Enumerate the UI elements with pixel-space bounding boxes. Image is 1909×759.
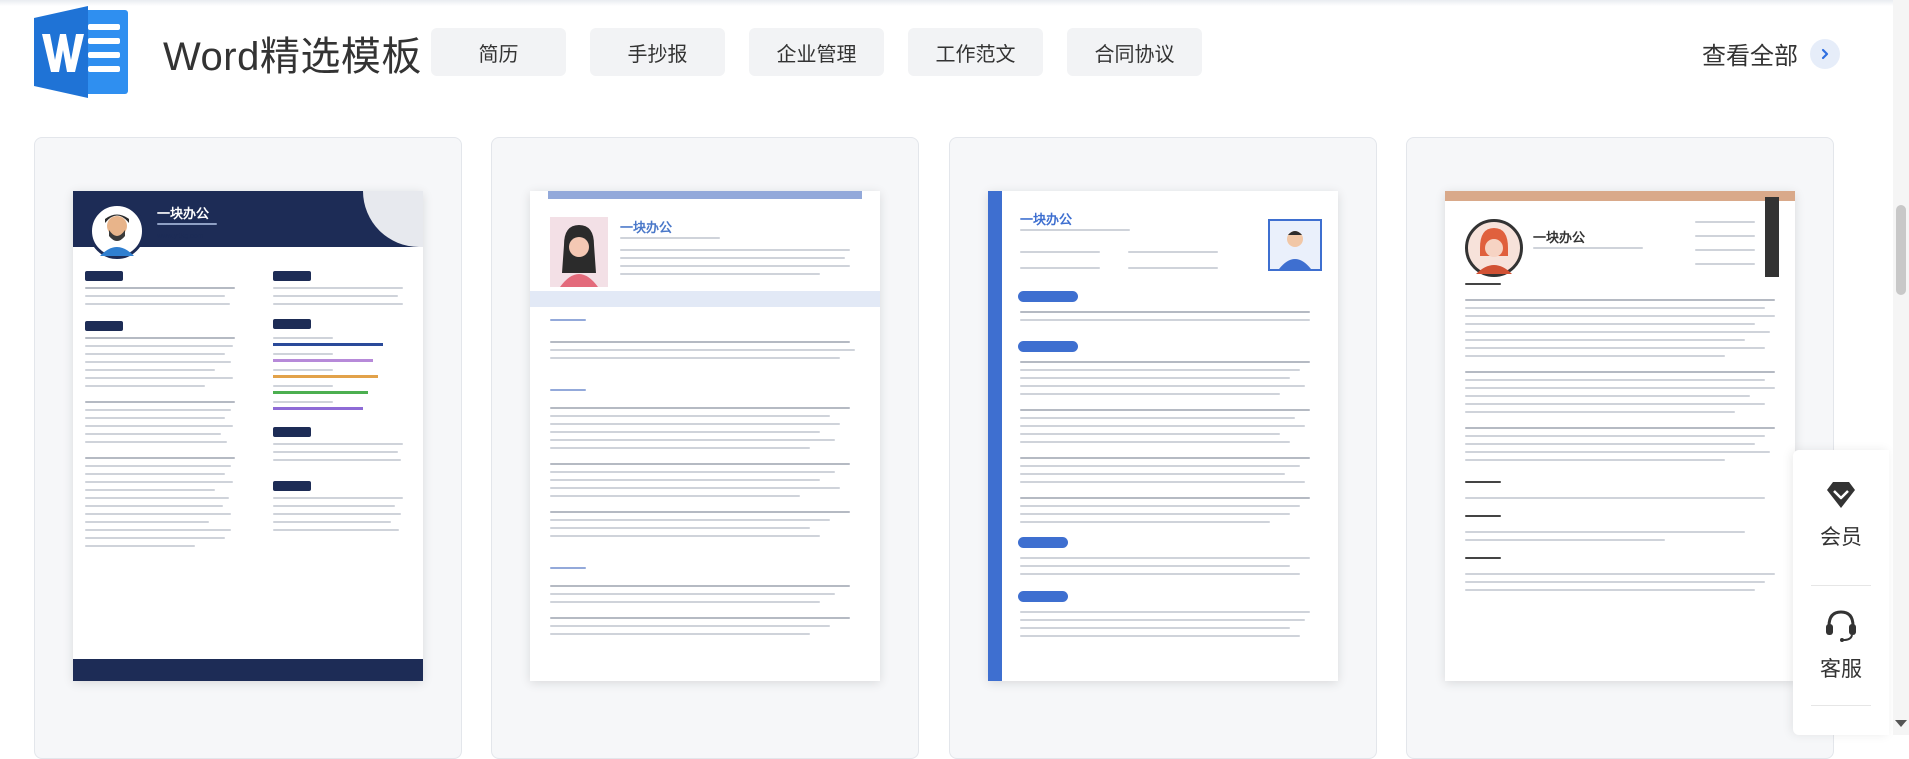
- section-heading: [273, 481, 311, 491]
- section-heading: [273, 271, 311, 281]
- resume-preview: 一块办公: [1445, 191, 1795, 681]
- divider: [1811, 585, 1871, 586]
- view-all-link[interactable]: 查看全部: [1702, 36, 1840, 71]
- chevron-right-icon: [1810, 38, 1840, 69]
- top-shadow: [0, 0, 1909, 6]
- member-button[interactable]: 会员: [1793, 480, 1889, 551]
- member-label: 会员: [1820, 526, 1862, 549]
- resume-name: 一块办公: [1020, 212, 1073, 227]
- skill-bar: [273, 375, 378, 378]
- scroll-down-arrow[interactable]: [1895, 720, 1907, 727]
- word-logo-icon: [34, 6, 128, 98]
- section-heading: [1018, 537, 1068, 548]
- tab-resume[interactable]: 简历: [431, 28, 566, 76]
- template-card-1[interactable]: 一块办公 www.yitkg.com: [34, 137, 462, 759]
- view-all-label: 查看全部: [1702, 43, 1798, 70]
- contact-bar: [530, 291, 880, 307]
- resume-top-bar: [1445, 191, 1795, 201]
- headset-icon: [1826, 610, 1856, 642]
- resume-name: 一块办公: [620, 220, 673, 235]
- skill-bar: [273, 343, 383, 346]
- resume-name: 一块办公: [157, 206, 210, 221]
- resume-preview: 一块办公: [988, 191, 1338, 681]
- avatar: [1268, 219, 1322, 271]
- section-heading: [1018, 291, 1078, 302]
- skill-bar: [273, 407, 363, 410]
- resume-icon-strip: [1765, 197, 1779, 277]
- tab-handwritten-newspaper[interactable]: 手抄报: [590, 28, 725, 76]
- resume-preview: 一块办公: [530, 191, 880, 681]
- skill-bar: [273, 359, 373, 362]
- section-heading: [273, 319, 311, 329]
- avatar: [89, 203, 145, 259]
- section-heading: [1018, 341, 1078, 352]
- tab-work-samples[interactable]: 工作范文: [908, 28, 1043, 76]
- tab-enterprise-management[interactable]: 企业管理: [749, 28, 884, 76]
- section-title: Word精选模板: [163, 35, 422, 79]
- template-card-3[interactable]: 一块办公: [949, 137, 1377, 759]
- divider: [1811, 705, 1871, 706]
- section-heading: [1018, 591, 1068, 602]
- resume-side-bar: [988, 191, 1002, 681]
- text-line: [157, 223, 217, 225]
- scrollbar-track[interactable]: [1893, 0, 1909, 735]
- template-card-2[interactable]: 一块办公: [491, 137, 919, 759]
- section-heading: [273, 427, 311, 437]
- resume-top-bar: [548, 191, 862, 199]
- diamond-icon: [1827, 482, 1855, 508]
- resume-preview: 一块办公 www.yitkg.com: [73, 191, 423, 681]
- skill-bar: [273, 391, 368, 394]
- resume-name: 一块办公: [1533, 230, 1586, 245]
- floating-side-panel: 会员 客服: [1793, 450, 1889, 735]
- service-label: 客服: [1820, 658, 1862, 681]
- tab-contracts[interactable]: 合同协议: [1067, 28, 1202, 76]
- avatar: [1465, 219, 1523, 277]
- category-tabs: 简历 手抄报 企业管理 工作范文 合同协议: [431, 28, 1202, 76]
- resume-footer-band: [73, 659, 423, 681]
- avatar: [550, 217, 608, 287]
- section-heading: [85, 321, 123, 331]
- resume-website: www.yitkg.com: [157, 233, 204, 240]
- customer-service-button[interactable]: 客服: [1793, 608, 1889, 683]
- template-card-4[interactable]: 一块办公: [1406, 137, 1834, 759]
- scrollbar-thumb[interactable]: [1896, 205, 1906, 295]
- section-heading: [85, 271, 123, 281]
